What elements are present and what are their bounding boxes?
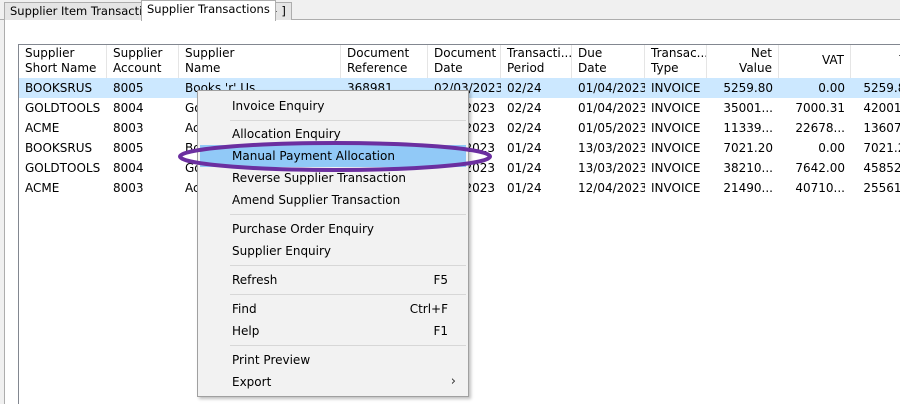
menu-item-allocation-enquiry[interactable]: Allocation Enquiry bbox=[200, 123, 466, 145]
cell-total: 7021.20 bbox=[863, 141, 900, 155]
cell-vat: 22678... bbox=[795, 121, 845, 135]
cell-type: INVOICE bbox=[651, 181, 701, 195]
menu-item-supplier-enquiry[interactable]: Supplier Enquiry bbox=[200, 240, 466, 262]
cell-period: 02/24 bbox=[507, 121, 542, 135]
cell-vat: 7000.31 bbox=[795, 101, 845, 115]
column-header-due-date[interactable]: Due Date bbox=[572, 45, 645, 78]
cell-total: 25561... bbox=[863, 181, 900, 195]
cell-account: 8005 bbox=[113, 141, 144, 155]
cell-account: 8004 bbox=[113, 101, 144, 115]
cell-account: 8003 bbox=[113, 181, 144, 195]
column-header-account[interactable]: Supplier Account bbox=[107, 45, 179, 78]
menu-item-purchase-order-enquiry[interactable]: Purchase Order Enquiry bbox=[200, 218, 466, 240]
column-header-total[interactable]: To bbox=[851, 45, 900, 78]
cell-vat: 7642.00 bbox=[795, 161, 845, 175]
menu-item-amend-supplier-transaction[interactable]: Amend Supplier Transaction bbox=[200, 189, 466, 211]
menu-item-invoice-enquiry[interactable]: Invoice Enquiry bbox=[200, 95, 466, 117]
cell-vat: 0.00 bbox=[818, 81, 845, 95]
cell-short-name: GOLDTOOLS bbox=[25, 161, 101, 175]
cell-net-value: 35001... bbox=[723, 101, 773, 115]
column-header-net-value[interactable]: Net Value bbox=[707, 45, 779, 78]
context-menu: Invoice Enquiry Allocation Enquiry Manua… bbox=[197, 90, 469, 397]
cell-total: 45852... bbox=[863, 161, 900, 175]
shortcut-find: Ctrl+F bbox=[409, 302, 448, 316]
cell-vat: 40710... bbox=[795, 181, 845, 195]
menu-separator bbox=[230, 265, 466, 266]
menu-item-print-preview[interactable]: Print Preview bbox=[200, 349, 466, 371]
menu-separator bbox=[230, 214, 466, 215]
cell-net-value: 7021.20 bbox=[723, 141, 773, 155]
cell-type: INVOICE bbox=[651, 101, 701, 115]
cell-type: INVOICE bbox=[651, 81, 701, 95]
cell-account: 8003 bbox=[113, 121, 144, 135]
cell-short-name: GOLDTOOLS bbox=[25, 101, 101, 115]
cell-type: INVOICE bbox=[651, 161, 701, 175]
chevron-right-icon: › bbox=[450, 374, 456, 389]
cell-short-name: ACME bbox=[25, 181, 60, 195]
cell-due-date: 01/05/2023 bbox=[578, 121, 645, 135]
cell-due-date: 01/04/2023 bbox=[578, 81, 645, 95]
cell-account: 8005 bbox=[113, 81, 144, 95]
column-header-transaction-type[interactable]: Transac... Type bbox=[645, 45, 707, 78]
column-header-document-date[interactable]: Document Date bbox=[428, 45, 501, 78]
cell-period: 02/24 bbox=[507, 101, 542, 115]
menu-item-manual-payment-allocation[interactable]: Manual Payment Allocation bbox=[200, 145, 466, 167]
menu-separator bbox=[230, 120, 466, 121]
cell-type: INVOICE bbox=[651, 121, 701, 135]
menu-separator bbox=[230, 345, 466, 346]
cell-period: 02/24 bbox=[507, 81, 542, 95]
shortcut-help: F1 bbox=[433, 324, 448, 338]
cell-short-name: ACME bbox=[25, 121, 60, 135]
tab-supplier-transactions[interactable]: Supplier Transactions bbox=[141, 0, 276, 21]
cell-net-value: 11339... bbox=[723, 121, 773, 135]
cell-vat: 0.00 bbox=[818, 141, 845, 155]
column-header-name[interactable]: Supplier Name bbox=[179, 45, 341, 78]
cell-total: 13607... bbox=[863, 121, 900, 135]
cell-short-name: BOOKSRUS bbox=[25, 81, 93, 95]
menu-item-reverse-supplier-transaction[interactable]: Reverse Supplier Transaction bbox=[200, 167, 466, 189]
cell-period: 01/24 bbox=[507, 161, 542, 175]
grid-header: Supplier Short Name Supplier Account Suppl… bbox=[19, 45, 900, 78]
cell-net-value: 21490... bbox=[723, 181, 773, 195]
cell-total: 5259.80 bbox=[863, 81, 900, 95]
cell-net-value: 5259.80 bbox=[723, 81, 773, 95]
cell-due-date: 01/04/2023 bbox=[578, 101, 645, 115]
menu-item-help[interactable]: Help F1 bbox=[200, 320, 466, 342]
cell-period: 01/24 bbox=[507, 181, 542, 195]
cell-due-date: 13/03/2023 bbox=[578, 161, 645, 175]
cell-due-date: 13/03/2023 bbox=[578, 141, 645, 155]
menu-item-refresh[interactable]: Refresh F5 bbox=[200, 269, 466, 291]
column-header-vat[interactable]: VAT bbox=[779, 45, 851, 78]
cell-type: INVOICE bbox=[651, 141, 701, 155]
cell-short-name: BOOKSRUS bbox=[25, 141, 93, 155]
tab-bar: Supplier Item Transactions Supplier Tran… bbox=[0, 0, 900, 21]
column-header-document-reference[interactable]: Document Reference bbox=[341, 45, 428, 78]
cell-net-value: 38210... bbox=[723, 161, 773, 175]
cell-total: 42001... bbox=[863, 101, 900, 115]
shortcut-refresh: F5 bbox=[433, 273, 448, 287]
menu-item-find[interactable]: Find Ctrl+F bbox=[200, 298, 466, 320]
column-header-transaction-period[interactable]: Transacti... Period bbox=[501, 45, 572, 78]
menu-separator bbox=[230, 294, 466, 295]
menu-item-export[interactable]: Export › bbox=[200, 371, 466, 393]
cell-account: 8004 bbox=[113, 161, 144, 175]
cell-period: 01/24 bbox=[507, 141, 542, 155]
column-header-short-name[interactable]: Supplier Short Name bbox=[19, 45, 107, 78]
cell-due-date: 12/04/2023 bbox=[578, 181, 645, 195]
